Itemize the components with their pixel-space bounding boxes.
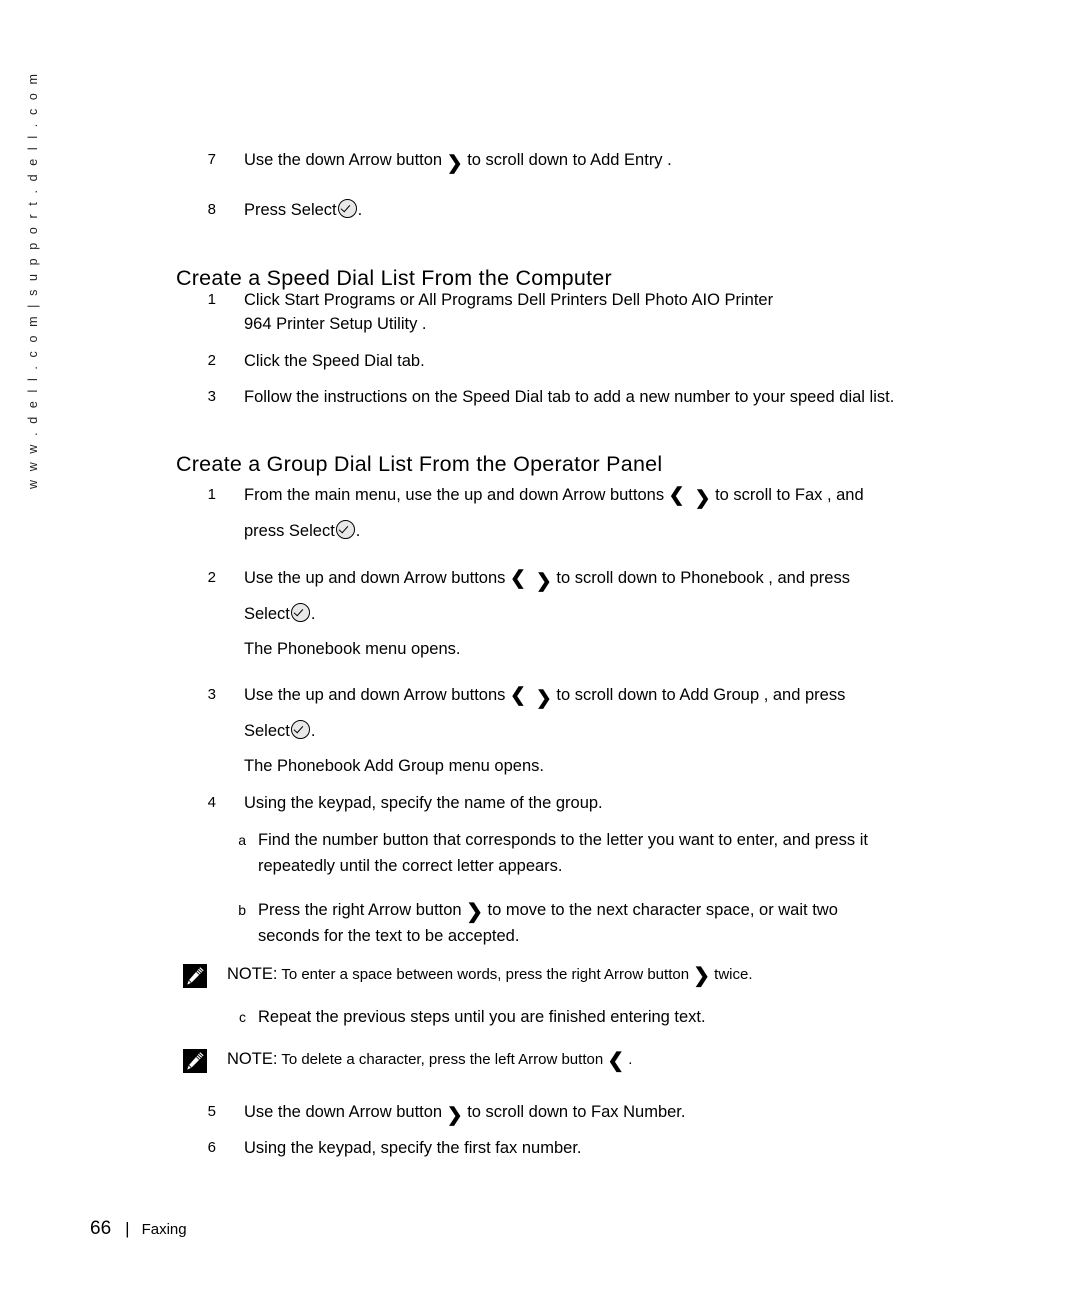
group-dial-substep-c-text: Repeat the previous steps until you are … bbox=[258, 1008, 706, 1026]
group-dial-step-3-mid: to scroll down to Add Group , and press bbox=[551, 686, 846, 704]
step-7-text: Use the down Arrow button ❯ to scroll do… bbox=[244, 151, 672, 174]
group-dial-step-3-text: Use the up and down Arrow buttons ❮ ❯ to … bbox=[244, 685, 846, 740]
group-dial-step-5: 5 Use the down Arrow button ❯ to scroll … bbox=[196, 1100, 996, 1126]
note-delete-character: NOTE: To delete a character, press the l… bbox=[183, 1048, 983, 1073]
speed-dial-step-2-number: 2 bbox=[207, 352, 216, 369]
group-dial-step-3-line2-post: . bbox=[310, 722, 316, 740]
step-7-number: 7 bbox=[207, 151, 216, 168]
group-dial-substep-b-line2: seconds for the text to be accepted. bbox=[258, 927, 520, 945]
group-dial-substep-c-letter: c bbox=[239, 1009, 246, 1025]
group-dial-step-6: 6 Using the keypad, specify the first fa… bbox=[196, 1136, 996, 1160]
group-dial-step-5-post: to scroll down to Fax Number. bbox=[462, 1103, 686, 1121]
group-dial-substep-a-text: Find the number button that corresponds … bbox=[258, 827, 996, 879]
group-dial-substep-b-post: to move to the next character space, or … bbox=[482, 901, 838, 919]
group-dial-step-1-line2-post: . bbox=[355, 522, 361, 540]
step-8-text-post: . bbox=[357, 201, 363, 219]
speed-dial-step-3: 3 Follow the instructions on the Speed D… bbox=[196, 385, 996, 409]
group-dial-substep-b-letter: b bbox=[238, 902, 246, 918]
note-delete-character-body: NOTE: To delete a character, press the l… bbox=[227, 1050, 633, 1072]
group-dial-step-1-mid: to scroll to Fax , and bbox=[710, 486, 864, 504]
note-text-post: . bbox=[624, 1051, 633, 1068]
speed-dial-step-3-number: 3 bbox=[207, 388, 216, 405]
note-label: NOTE: bbox=[227, 965, 278, 983]
speed-dial-step-1: 1 Click Start Programs or All Programs D… bbox=[196, 288, 996, 336]
group-dial-step-3-result: The Phonebook Add Group menu opens. bbox=[244, 757, 544, 775]
speed-dial-step-1-text: Click Start Programs or All Programs Del… bbox=[244, 288, 996, 336]
group-dial-step-2-pre: Use the up and down Arrow buttons bbox=[244, 569, 510, 587]
select-button-icon bbox=[337, 199, 357, 218]
speed-dial-step-1-line2: 964 Printer Setup Utility . bbox=[244, 315, 427, 333]
select-button-icon bbox=[290, 720, 310, 739]
group-dial-substep-b-text: Press the right Arrow button ❯ to move t… bbox=[258, 901, 838, 945]
group-dial-step-5-number: 5 bbox=[207, 1103, 216, 1120]
group-dial-step-4-text: Using the keypad, specify the name of th… bbox=[244, 794, 603, 812]
group-dial-substep-a-line2: repeatedly until the correct letter appe… bbox=[258, 857, 563, 875]
group-dial-step-6-text: Using the keypad, specify the first fax … bbox=[244, 1139, 582, 1157]
speed-dial-step-3-text: Follow the instructions on the Speed Dia… bbox=[244, 388, 895, 406]
group-dial-step-5-pre: Use the down Arrow button bbox=[244, 1103, 447, 1121]
group-dial-step-3: 3 Use the up and down Arrow buttons ❮ ❯ t… bbox=[196, 683, 996, 743]
group-dial-step-3-line2-pre: Select bbox=[244, 722, 290, 740]
group-dial-step-1-text: From the main menu, use the up and down … bbox=[244, 485, 864, 540]
group-dial-substep-a-letter: a bbox=[238, 832, 246, 848]
note-label: NOTE: bbox=[227, 1050, 278, 1068]
group-dial-step-2-line2-post: . bbox=[310, 605, 316, 623]
speed-dial-step-2: 2 Click the Speed Dial tab. bbox=[196, 349, 996, 373]
note-space-between-words-body: NOTE: To enter a space between words, pr… bbox=[227, 965, 753, 987]
footer-page-number: 66 bbox=[90, 1218, 112, 1239]
note-text-pre: To enter a space between words, press th… bbox=[277, 966, 694, 983]
group-dial-step-4-number: 4 bbox=[207, 794, 216, 811]
group-dial-substep-b-pre: Press the right Arrow button bbox=[258, 901, 467, 919]
group-dial-step-5-text: Use the down Arrow button ❯ to scroll do… bbox=[244, 1103, 686, 1126]
side-url-text: w w w . d e l l . c o m | s u p p o r t … bbox=[26, 71, 40, 490]
group-dial-step-4: 4 Using the keypad, specify the name of … bbox=[196, 791, 996, 815]
heading-create-group-dial-list: Create a Group Dial List From the Operat… bbox=[176, 451, 663, 476]
group-dial-step-1-pre: From the main menu, use the up and down … bbox=[244, 486, 669, 504]
group-dial-step-2-mid: to scroll down to Phonebook , and press bbox=[551, 569, 850, 587]
group-dial-step-2-number: 2 bbox=[207, 569, 216, 586]
step-8-number: 8 bbox=[207, 201, 216, 218]
group-dial-step-1-line2-pre: press Select bbox=[244, 522, 335, 540]
group-dial-step-2-text: Use the up and down Arrow buttons ❮ ❯ to … bbox=[244, 568, 850, 623]
group-dial-step-1-number: 1 bbox=[207, 486, 216, 503]
note-pencil-icon bbox=[183, 964, 207, 988]
footer-section-name: Faxing bbox=[141, 1221, 187, 1238]
page-footer: 66 | Faxing bbox=[90, 1218, 187, 1240]
group-dial-step-2-line2-pre: Select bbox=[244, 605, 290, 623]
step-8-text-pre: Press Select bbox=[244, 201, 337, 219]
group-dial-step-2-result: The Phonebook menu opens. bbox=[244, 640, 461, 658]
step-7-text-post: to scroll down to Add Entry . bbox=[462, 151, 672, 169]
group-dial-substep-b: b Press the right Arrow button ❯ to move… bbox=[226, 897, 996, 949]
select-button-icon bbox=[290, 603, 310, 622]
group-dial-step-3-pre: Use the up and down Arrow buttons bbox=[244, 686, 510, 704]
step-7-text-pre: Use the down Arrow button bbox=[244, 151, 447, 169]
group-dial-step-2: 2 Use the up and down Arrow buttons ❮ ❯ t… bbox=[196, 566, 996, 626]
group-dial-substep-a-line1: Find the number button that corresponds … bbox=[258, 831, 868, 849]
step-8-text: Press Select. bbox=[244, 198, 986, 222]
step-8: 8 Press Select. bbox=[196, 198, 986, 222]
note-pencil-icon bbox=[183, 1049, 207, 1073]
note-text-post: twice. bbox=[709, 966, 753, 983]
group-dial-substep-a: a Find the number button that correspond… bbox=[226, 827, 996, 879]
note-text-pre: To delete a character, press the left Ar… bbox=[277, 1051, 608, 1068]
side-url-rule: w w w . d e l l . c o m | s u p p o r t … bbox=[0, 0, 90, 600]
footer-separator: | bbox=[125, 1219, 130, 1238]
group-dial-step-3-number: 3 bbox=[207, 686, 216, 703]
speed-dial-step-2-text: Click the Speed Dial tab. bbox=[244, 352, 425, 370]
select-button-icon bbox=[335, 520, 355, 539]
speed-dial-step-1-number: 1 bbox=[207, 291, 216, 308]
document-page: w w w . d e l l . c o m | s u p p o r t … bbox=[0, 0, 1080, 1296]
group-dial-step-1: 1 From the main menu, use the up and dow… bbox=[196, 483, 996, 543]
note-space-between-words: NOTE: To enter a space between words, pr… bbox=[183, 963, 983, 988]
group-dial-substep-c: c Repeat the previous steps until you ar… bbox=[226, 1004, 996, 1030]
step-7: 7 Use the down Arrow button ❯ to scroll … bbox=[196, 148, 986, 174]
speed-dial-step-1-line1: Click Start Programs or All Programs Del… bbox=[244, 291, 774, 309]
group-dial-step-6-number: 6 bbox=[207, 1139, 216, 1156]
